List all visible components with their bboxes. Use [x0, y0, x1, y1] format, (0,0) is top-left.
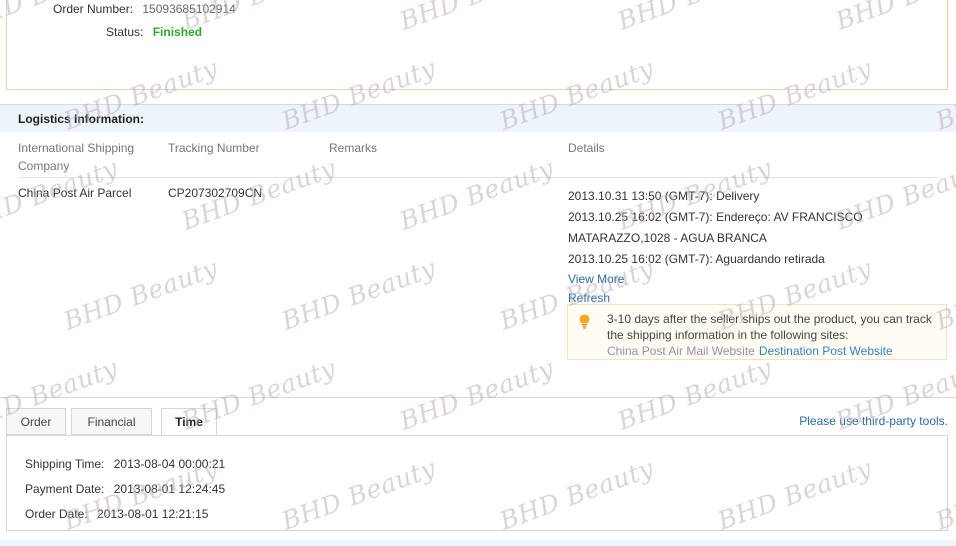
order-number-row: Order Number: 15093685102914: [53, 2, 236, 16]
destination-post-website-link[interactable]: Destination Post Website: [759, 344, 893, 358]
order-date-row: Order Date: 2013-08-01 12:21:15: [25, 507, 208, 521]
payment-date-row: Payment Date: 2013-08-01 12:24:45: [25, 482, 225, 496]
order-number-value: 15093685102914: [142, 2, 236, 16]
logistics-title: Logistics Information:: [18, 112, 144, 126]
payment-date-value: 2013-08-01 12:24:45: [113, 482, 226, 496]
order-status-row: Status: Finished: [106, 25, 202, 39]
column-header-details: Details: [568, 141, 605, 155]
column-header-company: International Shipping Company: [18, 141, 135, 173]
order-date-label: Order Date:: [25, 507, 88, 521]
order-status-label: Status:: [106, 25, 144, 39]
detail-line: MATARAZZO,1028 - AGUA BRANCA: [568, 231, 767, 245]
order-number-label: Order Number:: [53, 2, 134, 16]
detail-line: 2013.10.25 16:02 (GMT-7): Endereço: AV F…: [568, 210, 863, 224]
logistics-title-bar: Logistics Information:: [0, 105, 956, 132]
tab-time[interactable]: Time: [161, 408, 217, 436]
logistics-information-panel: Logistics Information: International Shi…: [0, 104, 956, 398]
logistics-details-cell: 2013.10.31 13:50 (GMT-7): Delivery 2013.…: [568, 186, 948, 308]
detail-tab-strip: Order Financial Time Please use third-pa…: [0, 408, 956, 438]
column-header-tracking-number: Tracking Number: [168, 141, 260, 155]
detail-line: 2013.10.31 13:50 (GMT-7): Delivery: [568, 189, 760, 203]
detail-line: 2013.10.25 16:02 (GMT-7): Aguardando ret…: [568, 252, 825, 266]
order-date-value: 2013-08-01 12:21:15: [97, 507, 209, 521]
order-summary-panel: Order Number: 15093685102914 Status: Fin…: [6, 0, 948, 90]
shipping-time-label: Shipping Time:: [25, 457, 105, 471]
tab-financial[interactable]: Financial: [71, 408, 152, 435]
view-more-link[interactable]: View More: [568, 270, 948, 289]
column-header-remarks: Remarks: [329, 141, 378, 155]
shipping-tip-text: 3-10 days after the seller ships out the…: [607, 312, 932, 342]
tracking-number-value: CP207302709CN: [168, 186, 263, 200]
header-divider: [18, 177, 938, 178]
tab-order[interactable]: Order: [6, 408, 66, 435]
shipping-time-row: Shipping Time: 2013-08-04 00:00:21: [25, 457, 225, 471]
status-badge: Finished: [152, 25, 203, 39]
shipping-tip-box: 3-10 days after the seller ships out the…: [567, 304, 947, 360]
shipping-company-value: China Post Air Parcel: [18, 186, 132, 200]
shipping-time-value: 2013-08-04 00:00:21: [113, 457, 226, 471]
china-post-air-mail-website-link[interactable]: China Post Air Mail Website: [607, 344, 755, 358]
lightbulb-icon: [578, 314, 591, 330]
bottom-accent-bar: [0, 540, 956, 546]
payment-date-label: Payment Date:: [25, 482, 105, 496]
shipping-tip-links: China Post Air Mail Website Destination P…: [607, 344, 893, 358]
time-details-panel: Shipping Time: 2013-08-04 00:00:21 Payme…: [6, 435, 948, 531]
third-party-tools-note[interactable]: Please use third-party tools.: [799, 414, 948, 428]
